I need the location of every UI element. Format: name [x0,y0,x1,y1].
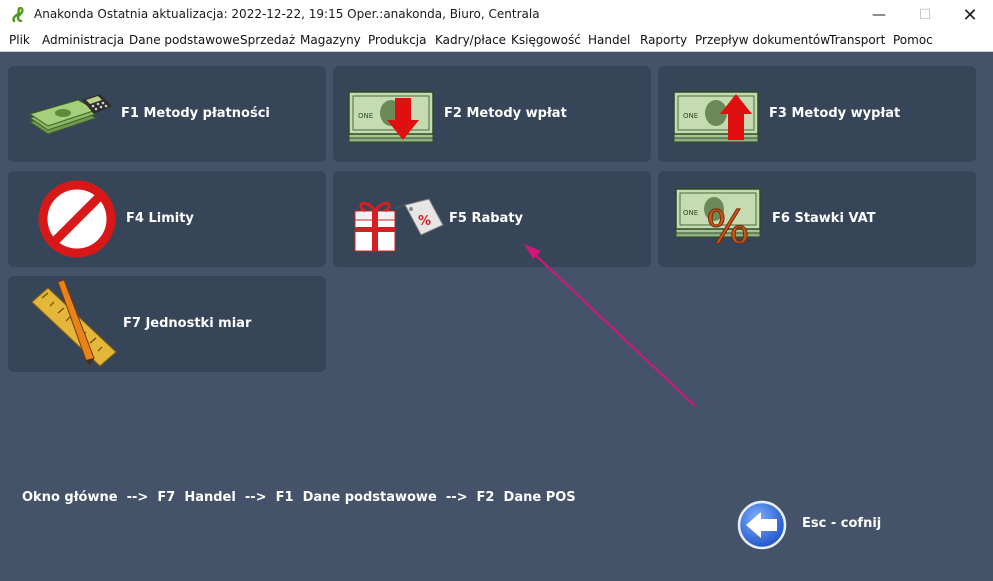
tile-label: F7 Jednostki miar [123,316,252,331]
menu-item-pomoc[interactable]: Pomoc [893,33,933,47]
close-button[interactable]: ✕ [947,0,993,30]
tile-label: F1 Metody płatności [121,106,270,121]
breadcrumb: Okno główne --> F7 Handel --> F1 Dane po… [22,490,576,505]
menu-item-raporty[interactable]: Raporty [640,33,687,47]
back-button-label[interactable]: Esc - cofnij [802,516,881,531]
tile-label: F2 Metody wpłat [444,106,567,121]
menu-item-dane-podstawowe[interactable]: Dane podstawowe [129,33,240,47]
cash-down-arrow-icon: ONE [348,91,434,143]
menu-item-ksiegowosc[interactable]: Księgowość [511,33,581,47]
menu-item-administracja[interactable]: Administracja [42,33,124,47]
tile-label: F4 Limity [126,211,194,226]
menu-item-produkcja[interactable]: Produkcja [368,33,427,47]
menu-item-magazyny[interactable]: Magazyny [300,33,361,47]
menu-item-handel[interactable]: Handel [588,33,630,47]
tile-rabaty[interactable]: % F5 Rabaty [333,171,651,267]
menu-bar: Plik Administracja Dane podstawowe Sprze… [0,30,993,52]
menu-item-sprzedaz[interactable]: Sprzedaż [240,33,295,47]
svg-text:ONE: ONE [683,209,698,217]
title-bar: Anakonda Ostatnia aktualizacja: 2022-12-… [0,0,993,30]
tile-stawki-vat[interactable]: ONE % F6 Stawki VAT [658,171,976,267]
cash-up-arrow-icon: ONE [673,91,759,143]
ruler-pencil-icon [31,280,117,367]
menu-item-transport[interactable]: Transport [829,33,885,47]
tile-label: F6 Stawki VAT [772,211,876,226]
tile-metody-wyplat[interactable]: ONE F3 Metody wypłat [658,66,976,162]
cash-percent-icon: ONE % [675,188,761,249]
prohibited-icon [38,180,116,258]
svg-text:%: % [418,214,431,229]
window-title: Anakonda Ostatnia aktualizacja: 2022-12-… [34,7,540,21]
menu-item-kadry-place[interactable]: Kadry/płace [435,33,506,47]
back-arrow-icon[interactable] [737,500,787,550]
tile-limity[interactable]: F4 Limity [8,171,326,267]
svg-text:%: % [706,200,750,249]
tile-metody-platnosci[interactable]: F1 Metody płatności [8,66,326,162]
tile-metody-wplat[interactable]: ONE F2 Metody wpłat [333,66,651,162]
gift-tag-icon: % [354,198,444,252]
maximize-button[interactable]: ☐ [902,0,948,30]
money-calculator-icon [28,94,112,135]
svg-text:ONE: ONE [683,112,698,120]
snake-logo-icon [12,7,24,23]
tile-label: F3 Metody wypłat [769,106,901,121]
svg-text:ONE: ONE [358,112,373,120]
minimize-button[interactable]: — [856,0,902,30]
menu-item-plik[interactable]: Plik [9,33,30,47]
menu-item-przeplyw-dokumentow[interactable]: Przepływ dokumentów [695,33,830,47]
tile-label: F5 Rabaty [449,211,524,226]
tile-jednostki-miar[interactable]: F7 Jednostki miar [8,276,326,372]
